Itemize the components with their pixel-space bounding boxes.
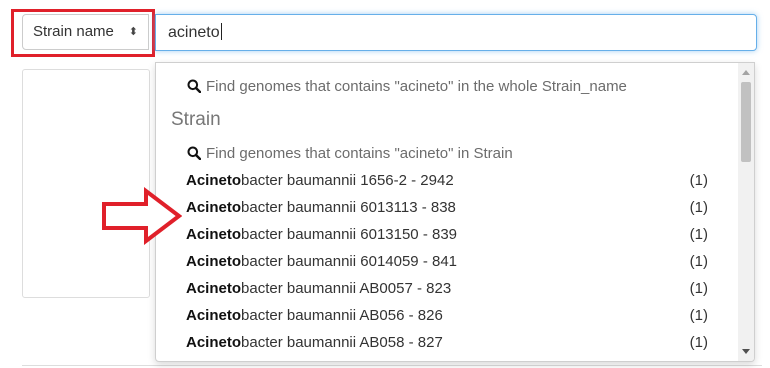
text-cursor — [220, 23, 222, 40]
find-all-label: Find genomes that contains "acineto" in … — [206, 78, 627, 95]
item-count: (1) — [689, 253, 708, 270]
item-rest-text: bacter baumannii 6013113 - 838 — [241, 199, 456, 216]
search-input-value: acineto — [168, 24, 220, 41]
scroll-down-arrow-icon[interactable] — [742, 349, 750, 354]
field-select[interactable]: Strain name ⬍ — [22, 14, 149, 50]
item-count: (1) — [689, 280, 708, 297]
list-item[interactable]: Acinetobacter baumannii AB056 - 826 (1) — [186, 307, 708, 333]
find-group-label: Find genomes that contains "acineto" in … — [206, 145, 513, 162]
pointer-arrow-icon — [102, 187, 182, 245]
scroll-up-arrow-icon[interactable] — [742, 70, 750, 75]
list-item[interactable]: Acinetobacter baumannii AB058 - 827 (1) — [186, 334, 708, 360]
item-rest-text: bacter baumannii 6013150 - 839 — [241, 226, 458, 243]
list-item[interactable]: Acinetobacter baumannii 6013113 - 838 (1) — [186, 199, 708, 225]
match-text: Acineto — [186, 226, 242, 243]
item-rest-text: bacter baumannii AB0057 - 823 — [241, 280, 452, 297]
find-group-option[interactable]: Find genomes that contains "acineto" in … — [187, 145, 513, 162]
match-text: Acineto — [186, 172, 242, 189]
search-icon — [187, 146, 201, 160]
group-header: Strain — [171, 109, 221, 130]
match-text: Acineto — [186, 253, 242, 270]
item-count: (1) — [689, 307, 708, 324]
item-count: (1) — [689, 199, 708, 216]
item-rest-text: bacter baumannii 6014059 - 841 — [241, 253, 458, 270]
sort-caret-icon: ⬍ — [128, 26, 138, 38]
scrollbar-thumb[interactable] — [741, 82, 751, 162]
match-text: Acineto — [186, 280, 242, 297]
autocomplete-dropdown: Find genomes that contains "acineto" in … — [155, 62, 755, 362]
item-rest-text: bacter baumannii 1656-2 - 2942 — [241, 172, 454, 189]
list-item[interactable]: Acinetobacter baumannii 6013150 - 839 (1) — [186, 226, 708, 252]
list-item[interactable]: Acinetobacter baumannii AB0057 - 823 (1) — [186, 280, 708, 306]
item-count: (1) — [689, 226, 708, 243]
background-panel — [22, 69, 150, 298]
dropdown-scrollbar[interactable] — [738, 63, 754, 361]
match-text: Acineto — [186, 334, 242, 351]
item-rest-text: bacter baumannii AB058 - 827 — [241, 334, 443, 351]
list-item[interactable]: Acinetobacter baumannii 6014059 - 841 (1) — [186, 253, 708, 279]
search-input[interactable]: acineto — [155, 14, 757, 51]
search-icon — [187, 79, 201, 93]
field-select-label: Strain name — [33, 23, 114, 40]
match-text: Acineto — [186, 199, 242, 216]
item-rest-text: bacter baumannii AB056 - 826 — [241, 307, 443, 324]
match-text: Acineto — [186, 307, 242, 324]
item-count: (1) — [689, 334, 708, 351]
list-item[interactable]: Acinetobacter baumannii 1656-2 - 2942 (1) — [186, 172, 708, 198]
divider — [22, 365, 762, 366]
item-count: (1) — [689, 172, 708, 189]
find-all-option[interactable]: Find genomes that contains "acineto" in … — [187, 78, 627, 95]
